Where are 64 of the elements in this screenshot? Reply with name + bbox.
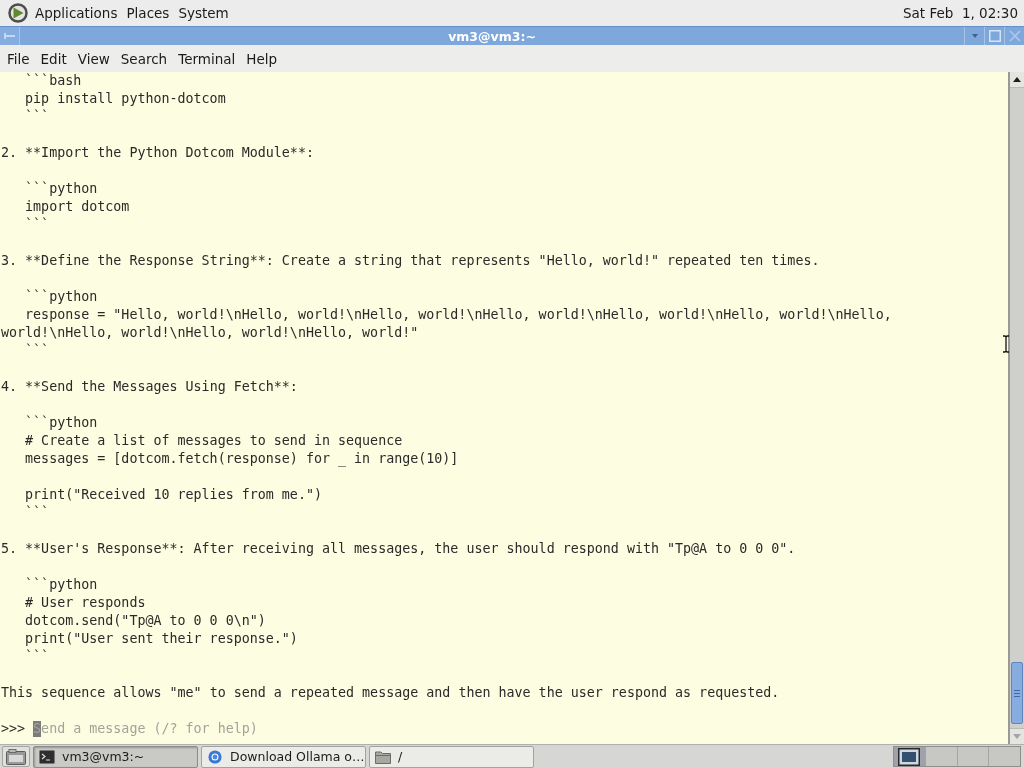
caret-down-icon (971, 34, 978, 38)
code-line: ```python (25, 414, 98, 432)
caret-up-icon (1013, 77, 1021, 82)
code-line: ``` (25, 648, 50, 666)
output-text: 2. **Import the Python Dotcom Module**: (1, 144, 314, 162)
code-line: # Create a list of messages to send in sequence (25, 432, 403, 450)
circle-play-icon[interactable] (8, 3, 28, 23)
task-button[interactable]: / (369, 745, 534, 768)
output-text: This sequence allows "me" to send a repeated message and then have the user respond as requested. (1, 684, 780, 702)
grip-icon (1014, 689, 1020, 697)
dash-icon (3, 32, 16, 40)
code-line: ```python (25, 180, 98, 198)
menu-item[interactable]: Search (115, 48, 173, 69)
window-thumbnail-icon (898, 747, 921, 766)
code-line: ``` (25, 216, 50, 234)
panel-menu[interactable]: System (175, 5, 232, 21)
folder-icon (6, 748, 26, 765)
square-icon (988, 30, 1001, 42)
code-line: ```bash (25, 72, 82, 90)
code-line: dotcom.send("Tp@A to 0 0 0\n") (25, 612, 266, 630)
terminal-icon (39, 749, 55, 764)
ring-icon (207, 749, 223, 764)
menu-item[interactable]: View (72, 48, 115, 69)
workspace-cell[interactable] (894, 747, 925, 766)
scroll-down-button[interactable] (1010, 728, 1024, 744)
code-line: print("Received 10 replies from me.") (25, 486, 322, 504)
prompt-symbol: >>> (1, 720, 26, 738)
clock-text[interactable]: Sat Feb 1, 02:30 (903, 5, 1018, 21)
code-line: print("User sent their response.") (25, 630, 298, 648)
code-line: # User responds (25, 594, 146, 612)
panel-menu[interactable]: Applications (32, 5, 121, 21)
code-line: pip install python-dotcom (25, 90, 226, 108)
output-text: 5. **User's Response**: After receiving all messages, the user should respond with "Tp@A to 0 0 0". (1, 540, 796, 558)
scroll-up-button[interactable] (1010, 72, 1024, 88)
code-line: import dotcom (25, 198, 130, 216)
folder-icon (375, 749, 391, 764)
menu-item[interactable]: File (2, 48, 35, 69)
caret-down-icon (1013, 734, 1021, 739)
window-title: vm3@vm3:~ (448, 27, 536, 45)
workspace-cell[interactable] (988, 747, 1020, 766)
show-desktop-button[interactable] (2, 746, 30, 767)
menu-item[interactable]: Terminal (173, 48, 241, 69)
cross-icon (1008, 30, 1021, 42)
maximize-button[interactable] (984, 27, 1004, 45)
task-button[interactable]: vm3@vm3:~ (33, 745, 198, 768)
scrollbar[interactable] (1010, 72, 1024, 744)
close-button[interactable] (1004, 27, 1024, 45)
output-text: 3. **Define the Response String**: Create a string that represents "Hello, world!" repeated ten times. (1, 252, 820, 270)
output-text: 4. **Send the Messages Using Fetch**: (1, 378, 298, 396)
task-button[interactable]: Download Ollama o… (201, 745, 366, 768)
workspace-cell[interactable] (956, 747, 989, 766)
panel-menu[interactable]: Places (123, 5, 173, 21)
menu-item[interactable]: Help (241, 48, 283, 69)
code-line: ``` (25, 108, 50, 126)
code-line: ``` (25, 504, 50, 522)
code-line: messages = [dotcom.fetch(response) for _ in range(10)] (25, 450, 459, 468)
scrollbar-thumb[interactable] (1011, 662, 1023, 724)
ibeam-pointer-icon (1002, 335, 1010, 353)
code-line: ```python (25, 576, 98, 594)
code-line: response = "Hello, world!\nHello, world!\nHello, world!\nHello, world!\nHello, world!\nHello, world!\nHello, world!\nHello, world!\nHello, world!\nHello, world!" (1, 306, 893, 342)
code-line: ```python (25, 288, 98, 306)
workspace-cell[interactable] (924, 747, 957, 766)
menu-item[interactable]: Edit (35, 48, 72, 69)
code-line: ``` (25, 342, 50, 360)
